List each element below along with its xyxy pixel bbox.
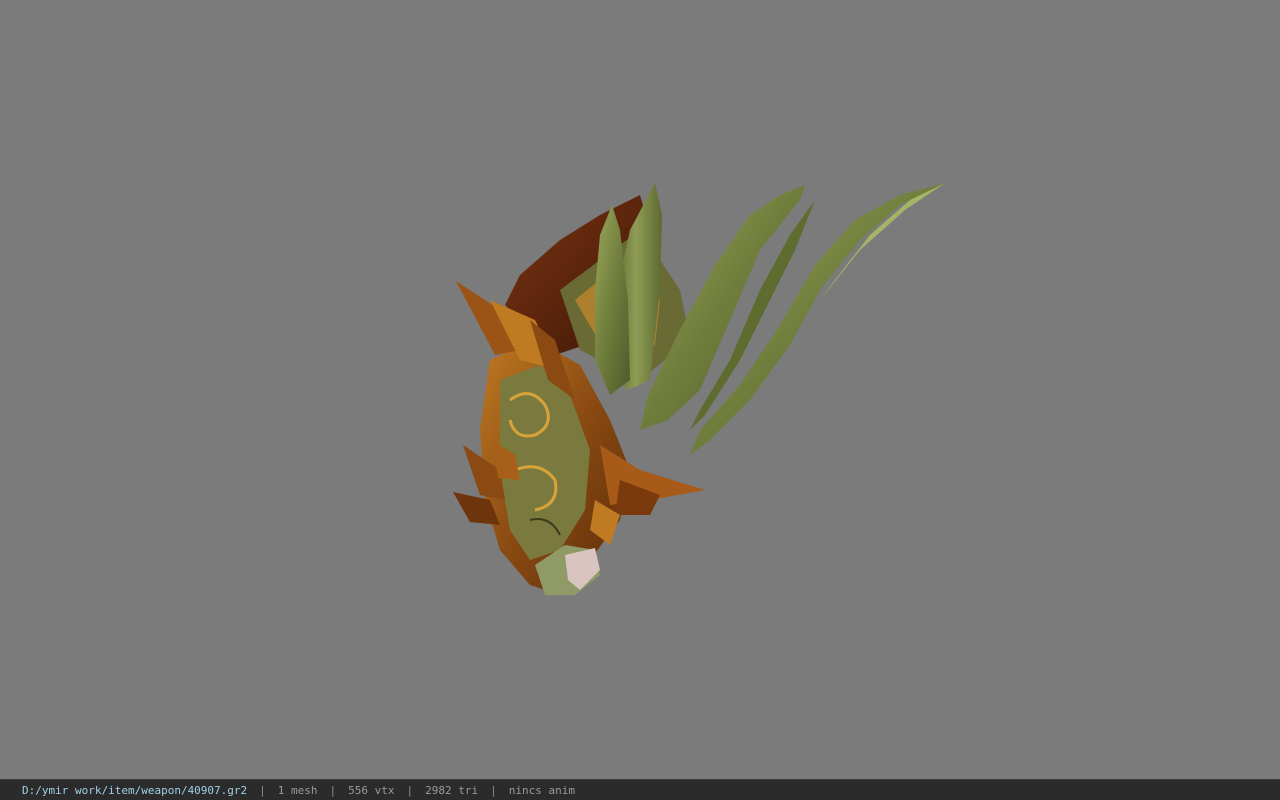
separator: | [490, 783, 497, 797]
separator: | [259, 783, 266, 797]
vertex-count: 556 vtx [348, 783, 395, 797]
animation-status: nincs anim [508, 783, 575, 797]
file-path: D:/ymir work/item/weapon/40907.gr2 [22, 783, 248, 797]
3d-viewport[interactable] [0, 0, 1280, 779]
separator: | [329, 783, 337, 797]
model-green-blades [595, 183, 945, 455]
weapon-model[interactable] [0, 0, 1280, 779]
triangle-count: 2982 tri [425, 783, 479, 797]
mesh-count: 1 mesh [277, 783, 318, 797]
separator: | [406, 783, 414, 797]
status-bar: D:/ymir work/item/weapon/40907.gr2 | 1 m… [0, 779, 1280, 800]
